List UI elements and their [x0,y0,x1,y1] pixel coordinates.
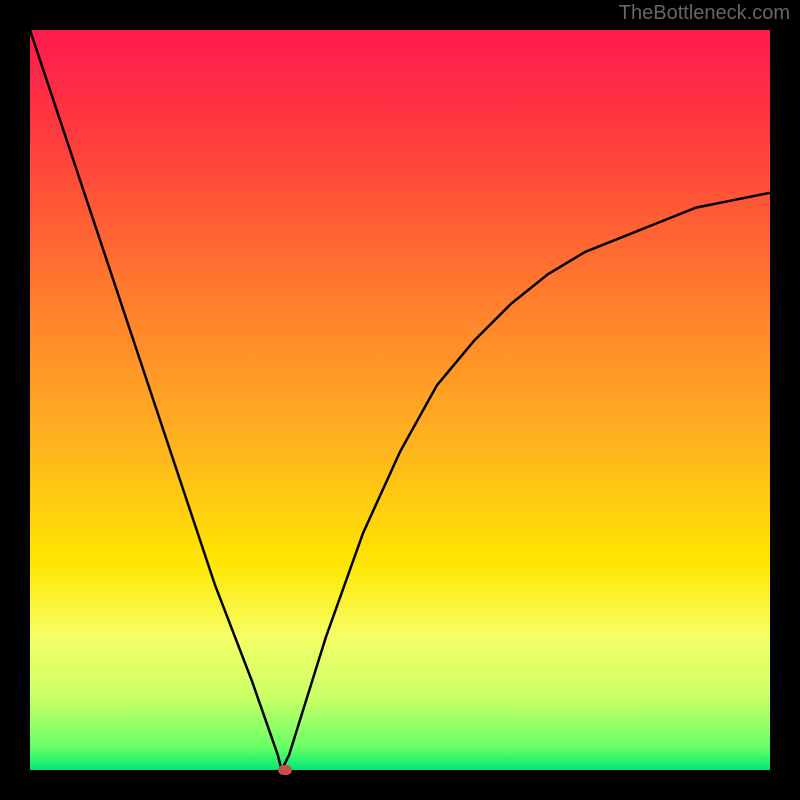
optimal-point-marker [278,765,292,775]
chart-area [30,30,770,770]
watermark-text: TheBottleneck.com [619,2,790,25]
bottleneck-curve [30,30,770,770]
